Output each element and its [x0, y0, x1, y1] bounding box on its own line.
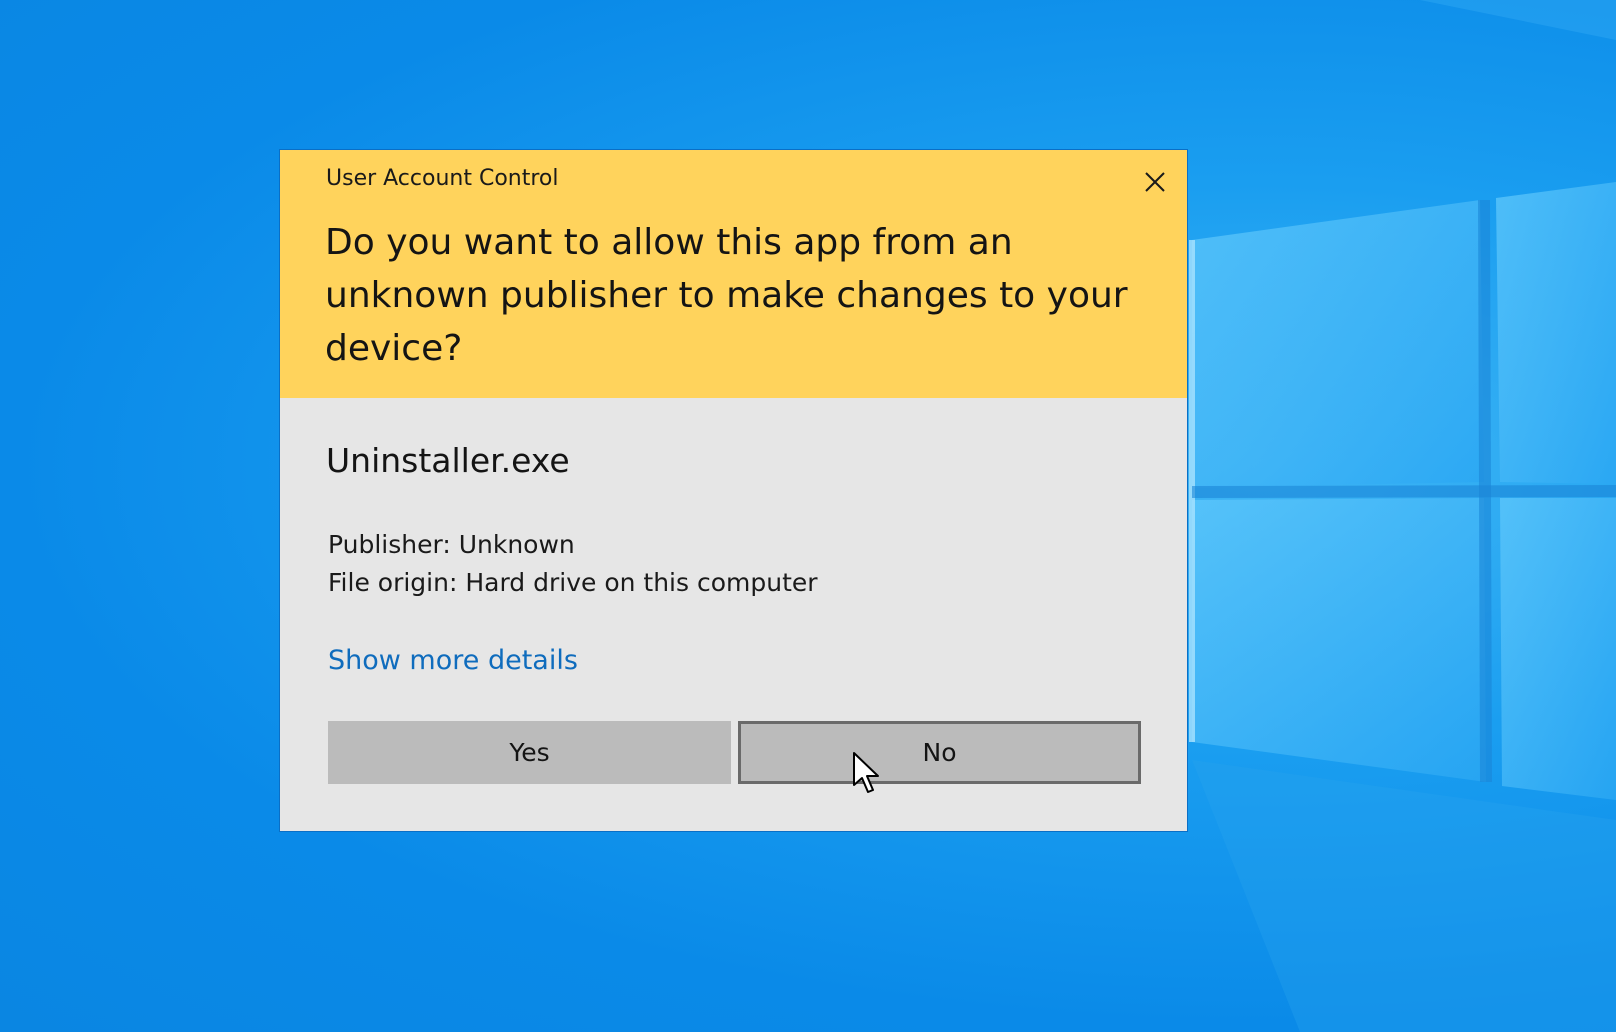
close-icon	[1145, 172, 1165, 192]
show-more-details-link[interactable]: Show more details	[328, 645, 578, 676]
uac-dialog: User Account Control Do you want to allo…	[279, 149, 1188, 832]
uac-question: Do you want to allow this app from an un…	[325, 222, 1128, 369]
file-origin-info: File origin: Hard drive on this computer	[328, 568, 818, 597]
yes-button[interactable]: Yes	[328, 721, 731, 784]
uac-header: User Account Control Do you want to allo…	[280, 150, 1187, 398]
close-button[interactable]	[1137, 164, 1173, 200]
dialog-title: User Account Control	[326, 166, 559, 191]
app-name: Uninstaller.exe	[326, 441, 570, 480]
desktop-background: User Account Control Do you want to allo…	[0, 0, 1616, 1032]
mouse-pointer-icon	[853, 752, 879, 793]
publisher-info: Publisher: Unknown	[328, 530, 575, 559]
no-button[interactable]: No	[738, 721, 1141, 784]
